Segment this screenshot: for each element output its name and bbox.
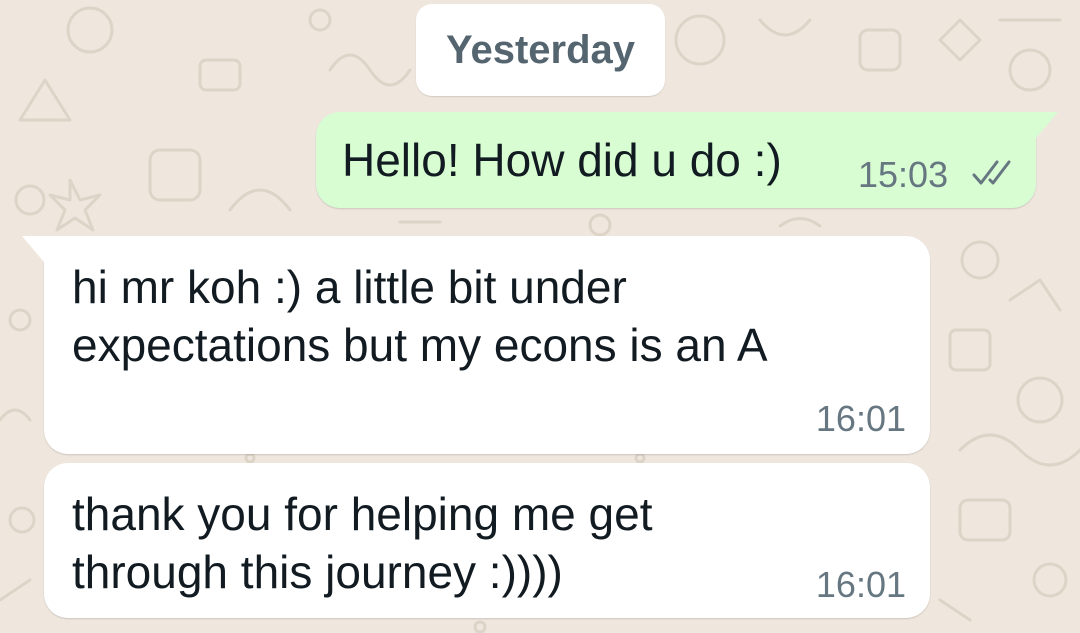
message-timestamp: 16:01 (815, 564, 906, 605)
incoming-message-bubble[interactable]: thank you for helping me get through thi… (44, 463, 930, 618)
double-check-icon (972, 160, 1011, 185)
date-separator: Yesterday (416, 4, 665, 96)
message-text: Hello! How did u do :) (342, 134, 782, 186)
message-line: through this journey :)))) (72, 546, 563, 598)
message-line: thank you for helping me get (72, 488, 653, 540)
message-timestamp: 16:01 (815, 398, 906, 439)
message-timestamp: 15:03 (858, 154, 949, 195)
incoming-message-bubble[interactable]: hi mr koh :) a little bit under expectat… (22, 236, 930, 454)
message-text: thank you for helping me get through thi… (72, 485, 652, 601)
date-separator-label: Yesterday (445, 27, 636, 72)
message-line: expectations but my econs is an A (72, 319, 768, 371)
bubble-tail (1036, 112, 1058, 138)
message-line: hi mr koh :) a little bit under (72, 261, 627, 313)
message-text: hi mr koh :) a little bit under expectat… (72, 258, 768, 374)
bubble-tail (22, 236, 44, 262)
